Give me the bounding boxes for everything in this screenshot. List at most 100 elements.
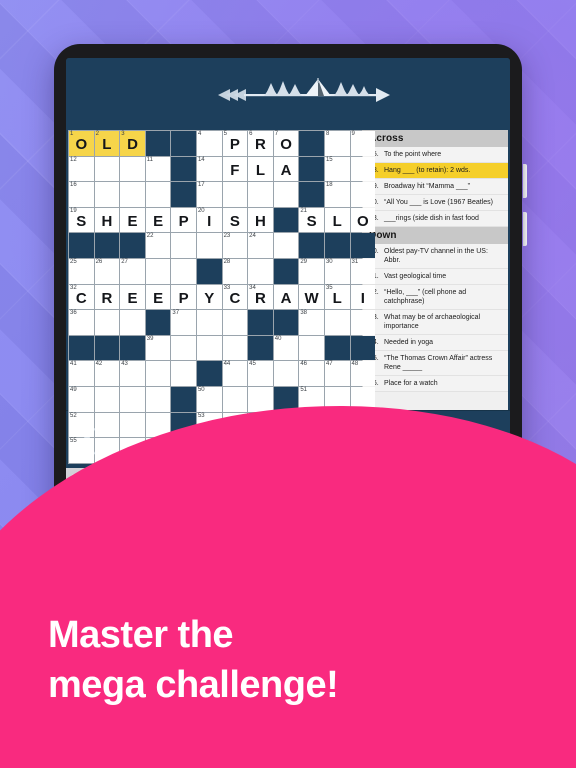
- grid-cell[interactable]: A: [273, 156, 299, 182]
- grid-cell[interactable]: F: [222, 156, 248, 182]
- grid-cell[interactable]: 48: [350, 361, 376, 386]
- grid-cell[interactable]: [145, 182, 171, 207]
- grid-cell[interactable]: 29: [299, 258, 324, 284]
- grid-cell[interactable]: 2L: [94, 131, 120, 156]
- grid-cell[interactable]: 23: [222, 233, 248, 258]
- grid-cell[interactable]: H: [248, 207, 273, 233]
- volume-down-button[interactable]: [523, 212, 527, 246]
- grid-cell[interactable]: 14: [196, 156, 222, 182]
- grid-cell[interactable]: 27: [120, 258, 145, 284]
- grid-cell[interactable]: 25: [69, 258, 94, 284]
- grid-cell[interactable]: 26: [94, 258, 120, 284]
- across-clue-item[interactable]: 33.___rings (side dish in fast food: [363, 211, 508, 227]
- grid-cell[interactable]: 37: [171, 310, 196, 335]
- grid-cell[interactable]: [145, 386, 171, 412]
- grid-cell[interactable]: [171, 335, 196, 361]
- grid-cell[interactable]: [94, 156, 120, 182]
- grid-cell[interactable]: 38: [299, 310, 324, 335]
- grid-cell[interactable]: [273, 182, 299, 207]
- grid-cell[interactable]: [350, 182, 376, 207]
- clue-list-panel[interactable]: Across 25.To the point where28.Hang ___ …: [362, 130, 508, 410]
- grid-cell[interactable]: W: [299, 284, 324, 310]
- grid-cell[interactable]: R: [94, 284, 120, 310]
- down-clue-item[interactable]: 20.Oldest pay-TV channel in the US: Abbr…: [363, 244, 508, 269]
- grid-cell[interactable]: H: [94, 207, 120, 233]
- grid-cell[interactable]: 43: [120, 361, 145, 386]
- grid-cell[interactable]: [94, 386, 120, 412]
- down-clue-item[interactable]: 21.Vast geological time: [363, 269, 508, 285]
- grid-cell[interactable]: 49: [69, 386, 94, 412]
- grid-cell[interactable]: 16: [69, 182, 94, 207]
- grid-cell[interactable]: [171, 258, 196, 284]
- down-clue-item[interactable]: 24.Needed in yoga: [363, 335, 508, 351]
- grid-cell[interactable]: [120, 386, 145, 412]
- grid-cell[interactable]: [120, 412, 145, 438]
- down-clue-item[interactable]: 25.“The Thomas Crown Affair” actress Ren…: [363, 351, 508, 376]
- grid-cell[interactable]: 42: [94, 361, 120, 386]
- grid-cell[interactable]: [120, 310, 145, 335]
- down-clue-item[interactable]: 23.What may be of archaeological importa…: [363, 310, 508, 335]
- grid-cell[interactable]: [196, 233, 222, 258]
- grid-cell[interactable]: [248, 386, 273, 412]
- grid-cell[interactable]: 28: [222, 258, 248, 284]
- grid-cell[interactable]: Y: [196, 284, 222, 310]
- grid-cell[interactable]: P: [171, 207, 196, 233]
- grid-cell[interactable]: [171, 361, 196, 386]
- grid-cell[interactable]: P: [171, 284, 196, 310]
- grid-cell[interactable]: [94, 182, 120, 207]
- grid-cell[interactable]: 30: [324, 258, 350, 284]
- grid-cell[interactable]: 24: [248, 233, 273, 258]
- grid-cell[interactable]: 46: [299, 361, 324, 386]
- grid-cell[interactable]: L: [248, 156, 273, 182]
- grid-cell[interactable]: [248, 182, 273, 207]
- grid-cell[interactable]: 35 L: [324, 284, 350, 310]
- across-clue-item[interactable]: 29.Broadway hit “Mamma ___”: [363, 179, 508, 195]
- grid-cell[interactable]: S: [222, 207, 248, 233]
- grid-cell[interactable]: [222, 386, 248, 412]
- grid-cell[interactable]: [171, 233, 196, 258]
- grid-cell[interactable]: 34 R: [248, 284, 273, 310]
- grid-cell[interactable]: I: [350, 284, 376, 310]
- across-clue-item[interactable]: 30.“All You ___ is Love (1967 Beatles): [363, 195, 508, 211]
- grid-cell[interactable]: O: [350, 207, 376, 233]
- across-clue-item[interactable]: 28.Hang ___ (to retain): 2 wds.: [363, 163, 508, 179]
- volume-up-button[interactable]: [523, 164, 527, 198]
- grid-cell[interactable]: 41: [69, 361, 94, 386]
- down-clue-item[interactable]: 26.Place for a watch: [363, 376, 508, 392]
- grid-cell[interactable]: [120, 182, 145, 207]
- grid-cell[interactable]: [222, 182, 248, 207]
- grid-cell[interactable]: 5P: [222, 131, 248, 156]
- down-clue-item[interactable]: 22.“Hello, ___” (cell phone ad catchphra…: [363, 285, 508, 310]
- grid-cell[interactable]: 52: [69, 412, 94, 438]
- grid-cell[interactable]: 9: [350, 131, 376, 156]
- grid-cell[interactable]: [324, 310, 350, 335]
- grid-cell[interactable]: 19 S: [69, 207, 94, 233]
- grid-cell[interactable]: [299, 335, 324, 361]
- across-clue-list[interactable]: 25.To the point where28.Hang ___ (to ret…: [363, 147, 508, 227]
- grid-cell[interactable]: 50: [196, 386, 222, 412]
- grid-cell[interactable]: 15: [324, 156, 350, 182]
- grid-cell[interactable]: [222, 335, 248, 361]
- grid-cell[interactable]: [350, 156, 376, 182]
- grid-cell[interactable]: 31: [350, 258, 376, 284]
- grid-cell[interactable]: [94, 412, 120, 438]
- grid-cell[interactable]: [248, 258, 273, 284]
- grid-cell[interactable]: E: [145, 207, 171, 233]
- grid-cell[interactable]: 18: [324, 182, 350, 207]
- grid-cell[interactable]: [196, 310, 222, 335]
- grid-cell[interactable]: 3D: [120, 131, 145, 156]
- grid-cell[interactable]: 7O: [273, 131, 299, 156]
- grid-cell[interactable]: 20 I: [196, 207, 222, 233]
- grid-cell[interactable]: [94, 310, 120, 335]
- grid-cell[interactable]: [350, 310, 376, 335]
- grid-cell[interactable]: 44: [222, 361, 248, 386]
- grid-cell[interactable]: 47: [324, 361, 350, 386]
- grid-cell[interactable]: [273, 361, 299, 386]
- grid-cell[interactable]: 39: [145, 335, 171, 361]
- grid-cell[interactable]: [196, 335, 222, 361]
- grid-cell[interactable]: 21 S: [299, 207, 324, 233]
- grid-cell[interactable]: A: [273, 284, 299, 310]
- grid-cell[interactable]: [145, 361, 171, 386]
- grid-cell[interactable]: E: [120, 284, 145, 310]
- grid-cell[interactable]: L: [324, 207, 350, 233]
